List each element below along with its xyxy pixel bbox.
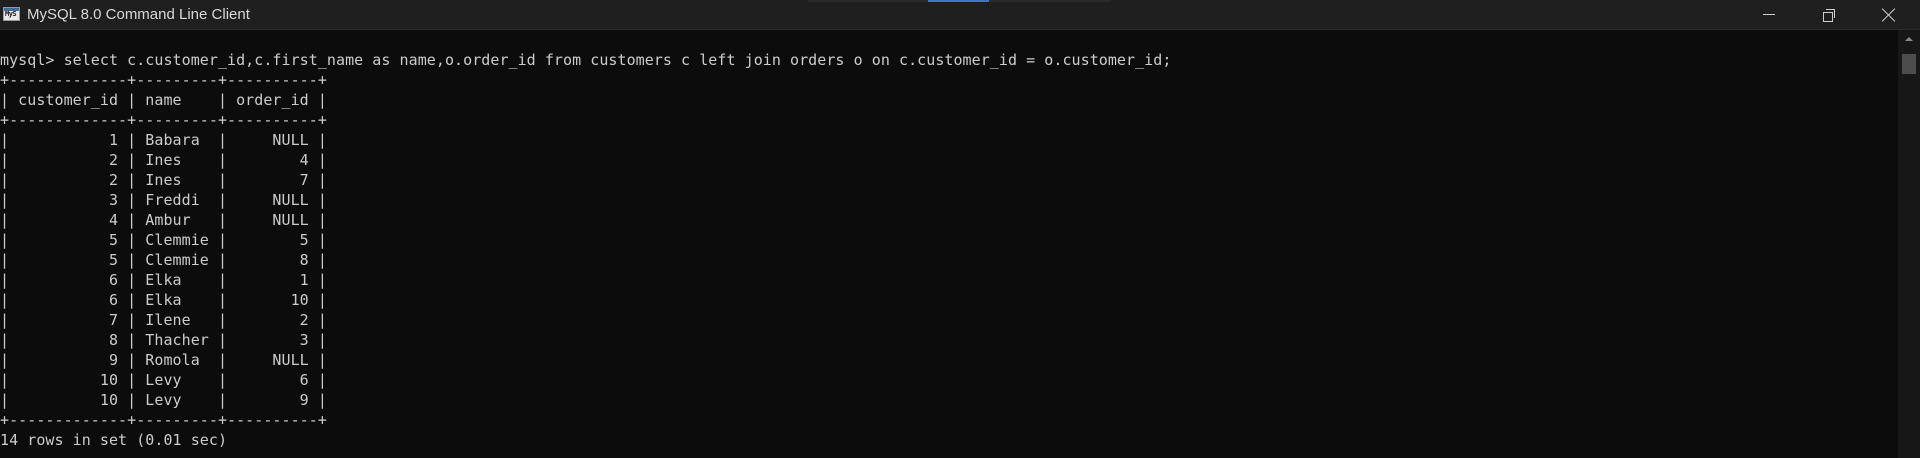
console-output[interactable]: mysql> select c.customer_id,c.first_name… [0,30,1898,458]
title-bar[interactable]: MyS MySQL 8.0 Command Line Client [0,0,1920,30]
close-button[interactable] [1866,0,1912,29]
chevron-up-icon [1905,36,1913,41]
table-border-mid: +-------------+---------+----------+ [0,111,327,129]
table-row: | 4 | Ambur | NULL | [0,211,327,229]
table-row: | 5 | Clemmie | 5 | [0,231,327,249]
table-row: | 5 | Clemmie | 8 | [0,251,327,269]
table-row: | 3 | Freddi | NULL | [0,191,327,209]
maximize-button[interactable] [1806,0,1852,29]
table-row: | 8 | Thacher | 3 | [0,331,327,349]
table-border-top: +-------------+---------+----------+ [0,71,327,89]
table-row: | 6 | Elka | 1 | [0,271,327,289]
table-row: | 10 | Levy | 6 | [0,371,327,389]
table-row: | 2 | Ines | 7 | [0,171,327,189]
minimize-button[interactable] [1746,0,1792,29]
icon-glyph: MyS [5,10,17,18]
table-row: | 2 | Ines | 4 | [0,151,327,169]
vertical-scrollbar[interactable] [1898,30,1920,458]
table-row: | 6 | Elka | 10 | [0,291,327,309]
scroll-up-button[interactable] [1898,30,1920,47]
restore-icon [1823,8,1835,22]
console-text: mysql> select c.customer_id,c.first_name… [0,50,1171,450]
scrollbar-thumb[interactable] [1902,54,1916,74]
table-row: | 7 | Ilene | 2 | [0,311,327,329]
title-bar-accent [928,0,989,2]
console-window: MyS MySQL 8.0 Command Line Client mysql>… [0,0,1920,458]
prompt-line: mysql> select c.customer_id,c.first_name… [0,51,1172,69]
table-row: | 10 | Levy | 9 | [0,391,327,409]
table-border-bottom: +-------------+---------+----------+ [0,411,327,429]
result-summary: 14 rows in set (0.01 sec) [0,431,228,449]
close-icon [1882,8,1896,22]
table-row: | 1 | Babara | NULL | [0,131,327,149]
mysql-console-icon[interactable]: MyS [3,7,20,21]
table-row: | 9 | Romola | NULL | [0,351,327,369]
minimize-icon [1763,14,1775,15]
window-title: MySQL 8.0 Command Line Client [27,6,250,23]
table-header: | customer_id | name | order_id | [0,91,327,109]
